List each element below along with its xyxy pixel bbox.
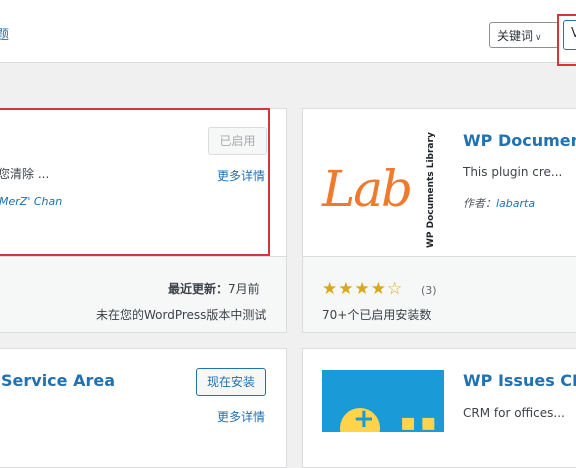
plugin-logo-side-text: WP Documents Library [426,132,436,248]
plugin-description: This plugin cre... [463,165,563,179]
plugin-logo-text: Lab [322,160,413,218]
plugin-logo[interactable]: Lab WP Documents Library [322,130,444,252]
star-rating-icon: ★★★★☆ [322,279,404,299]
plugin-filter-bar: 题 关键词 ∨ V [0,0,576,63]
plugin-author-prefix: 作者： [463,197,496,210]
last-updated: 最近更新：7月前 [168,280,260,297]
compatibility-note: 未在您的WordPress版本中测试 [96,308,267,322]
plugin-title[interactable]: WP Document [463,131,576,150]
plugin-logo[interactable]: + ▪▪ [322,370,444,432]
plugin-author: 作者：labarta [463,195,535,211]
highlight-box-plugin [0,108,270,256]
highlight-box-search [557,14,576,66]
rating-count: (3) [421,284,437,297]
plugin-title[interactable]: WP Issues CRM [463,371,576,390]
search-type-value: 关键词 [497,29,534,43]
filter-tab-partial[interactable]: 题 [0,24,9,43]
active-installs: 70+个已启用安装数 [322,308,432,322]
more-details-link[interactable]: 更多详情 [217,408,265,425]
chevron-down-icon: ∨ [535,33,542,43]
install-now-button[interactable]: 现在安装 [196,368,266,396]
search-type-select[interactable]: 关键词 ∨ [489,22,559,48]
last-updated-label: 最近更新： [168,282,229,296]
dots-icon: ▪▪ [400,408,441,432]
plus-icon: + [353,404,375,432]
last-updated-value: 7月前 [228,282,260,296]
plugin-title[interactable]: Service Area [1,371,115,390]
plugin-author-link[interactable]: labarta [496,197,535,210]
plugin-description: CRM for offices... [463,406,565,420]
